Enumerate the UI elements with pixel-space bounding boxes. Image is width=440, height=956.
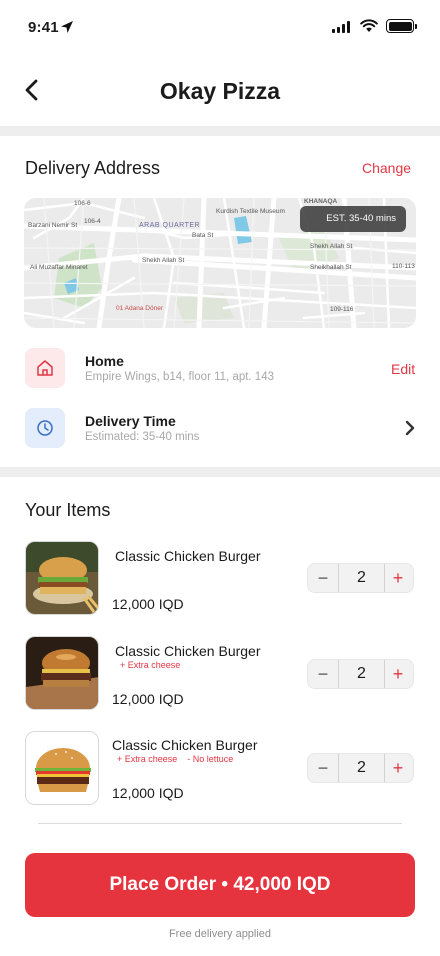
delivery-time-detail: Estimated: 35-40 mins xyxy=(85,431,200,443)
decrease-quantity-button[interactable]: − xyxy=(308,754,338,782)
map-label: Sheikhallah St xyxy=(310,264,352,271)
eta-badge: EST. 35-40 mins xyxy=(300,206,406,232)
item-image xyxy=(25,636,99,710)
item-name: Classic Chicken Burger xyxy=(115,643,261,659)
quantity-value: 2 xyxy=(338,564,385,592)
quantity-stepper: − 2 + xyxy=(307,563,414,593)
signal-icon xyxy=(332,21,350,33)
delivery-time-title[interactable]: Delivery Time xyxy=(85,413,176,429)
decrease-quantity-button[interactable]: − xyxy=(308,660,338,688)
quantity-stepper: − 2 + xyxy=(307,753,414,783)
clock-icon-tile xyxy=(25,408,65,448)
item-price: 12,000 IQD xyxy=(112,785,184,801)
place-order-button[interactable]: Place Order • 42,000 IQD xyxy=(25,853,415,917)
home-icon xyxy=(37,360,53,376)
delivery-map[interactable]: KHANAQA Kurdish Textile Museum ARAB QUAR… xyxy=(24,198,416,328)
section-divider xyxy=(0,126,440,136)
your-items-title: Your Items xyxy=(25,500,111,520)
map-label: 01 Adana Döner xyxy=(116,305,163,312)
map-label: Bata St xyxy=(192,232,214,239)
map-label: Barzani Nemir St xyxy=(28,222,78,229)
item-modifier: - No lettuce xyxy=(187,754,234,764)
address-title: Home xyxy=(85,353,124,369)
map-label: Shekh Allah St xyxy=(142,257,185,264)
decrease-quantity-button[interactable]: − xyxy=(308,564,338,592)
item-modifier: + Extra cheese xyxy=(120,660,181,670)
item-name: Classic Chicken Burger xyxy=(115,548,261,564)
page-title: Okay Pizza xyxy=(159,78,281,104)
status-bar: 9:41 xyxy=(0,0,440,56)
map-label: Kurdish Textile Museum xyxy=(216,208,285,215)
address-detail: Empire Wings, b14, floor 11, apt. 143 xyxy=(85,371,274,383)
item-modifier: + Extra cheese xyxy=(117,754,178,764)
map-label: KHANAQA xyxy=(304,198,338,205)
battery-icon xyxy=(386,19,417,33)
item-name: Classic Chicken Burger xyxy=(112,737,258,753)
increase-quantity-button[interactable]: + xyxy=(383,754,413,782)
delivery-note: Free delivery applied xyxy=(168,928,272,940)
increase-quantity-button[interactable]: + xyxy=(383,660,413,688)
burger-photo xyxy=(26,637,98,709)
quantity-value: 2 xyxy=(338,660,385,688)
nav-header: Okay Pizza xyxy=(0,56,440,126)
map-label: 109-116 xyxy=(330,306,354,313)
chevron-right-icon[interactable] xyxy=(403,420,417,436)
map-label: Shekh Allah St xyxy=(310,243,353,250)
map-label: 106-4 xyxy=(84,218,101,225)
item-price: 12,000 IQD xyxy=(112,691,184,707)
map-label: Ali Muzaffar Minaret xyxy=(30,264,88,271)
items-divider xyxy=(38,823,402,824)
status-time: 9:41 xyxy=(28,19,59,36)
item-image xyxy=(25,541,99,615)
quantity-value: 2 xyxy=(338,754,385,782)
clock-icon xyxy=(37,420,53,436)
edit-address-link[interactable]: Edit xyxy=(391,361,415,377)
map-label: ARAB QUARTER xyxy=(139,222,201,229)
change-address-link[interactable]: Change xyxy=(362,160,411,176)
delivery-address-title: Delivery Address xyxy=(25,158,161,178)
burger-photo xyxy=(26,542,98,614)
item-image xyxy=(25,731,99,805)
wifi-icon xyxy=(360,19,378,32)
item-modifiers: + Extra cheese - No lettuce xyxy=(117,754,243,764)
burger-photo xyxy=(26,732,98,804)
map-label: 106-6 xyxy=(74,200,91,207)
item-modifiers: + Extra cheese xyxy=(120,660,190,670)
quantity-stepper: − 2 + xyxy=(307,659,414,689)
map-label: 110-113 xyxy=(392,263,415,270)
item-price: 12,000 IQD xyxy=(112,596,184,612)
location-arrow-icon xyxy=(61,21,73,33)
section-divider xyxy=(0,467,440,477)
home-icon-tile xyxy=(25,348,65,388)
increase-quantity-button[interactable]: + xyxy=(383,564,413,592)
